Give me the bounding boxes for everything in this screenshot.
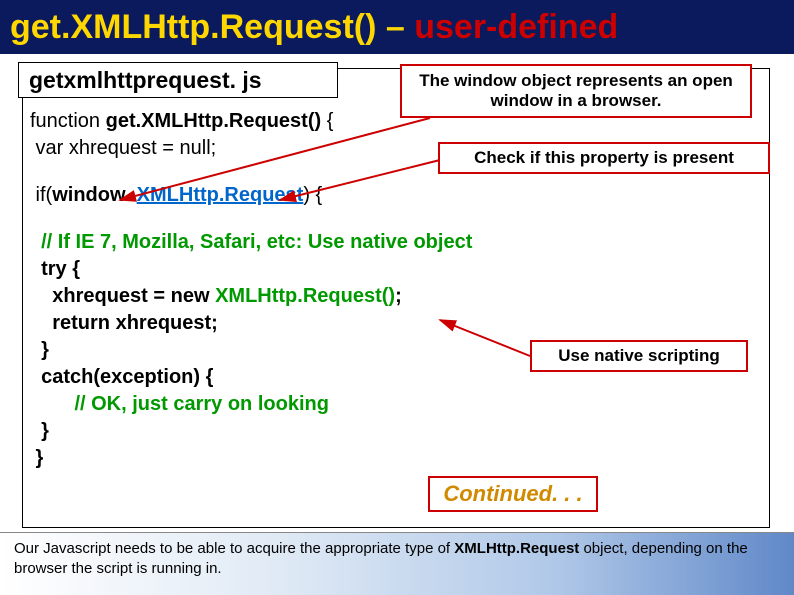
title-bar: get.XMLHttp.Request() – user-defined (0, 0, 794, 54)
title-part2: user-defined (414, 8, 618, 46)
title-part1: get.XMLHttp.Request() (10, 8, 376, 46)
callout-check-property: Check if this property is present (438, 142, 770, 174)
footer-note: Our Javascript needs to be able to acqui… (0, 532, 794, 595)
callout-native-scripting: Use native scripting (530, 340, 748, 372)
code-line-6: xhrequest = new XMLHttp.Request(); (30, 283, 770, 310)
code-line-10: // OK, just carry on looking (30, 391, 770, 418)
code-line-12: } (30, 445, 770, 472)
continued-box: Continued. . . (428, 476, 598, 512)
code-line-4: // If IE 7, Mozilla, Safari, etc: Use na… (30, 229, 770, 256)
code-line-11: } (30, 418, 770, 445)
code-line-3: if(window. XMLHttp.Request) { (30, 182, 770, 209)
callout-window-object: The window object represents an open win… (400, 64, 752, 118)
code-line-7: return xhrequest; (30, 310, 770, 337)
code-line-5: try { (30, 256, 770, 283)
slide-title: get.XMLHttp.Request() – user-defined (10, 8, 618, 47)
filename-text: getxmlhttprequest. js (29, 67, 262, 94)
filename-box: getxmlhttprequest. js (18, 62, 338, 98)
title-dash: – (376, 8, 414, 46)
